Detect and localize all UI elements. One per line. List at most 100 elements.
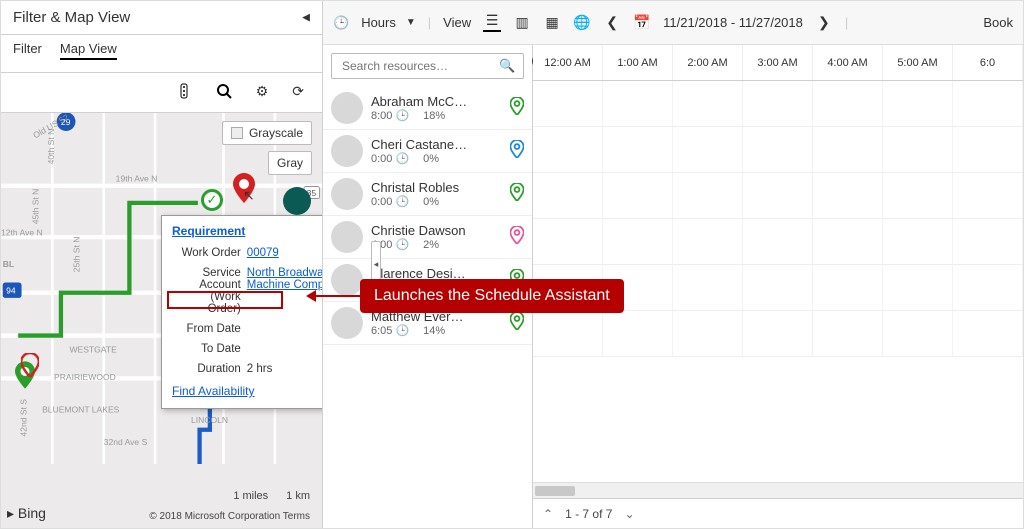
from-date-value bbox=[245, 320, 322, 338]
panel-title: Filter & Map View bbox=[13, 9, 130, 26]
horizontal-scrollbar[interactable] bbox=[533, 482, 1023, 498]
resource-utilization: 2% bbox=[423, 239, 439, 251]
svg-text:32nd Ave S: 32nd Ave S bbox=[104, 437, 148, 447]
requirement-popup: ✕ Requirement Work Order 00079 Service A… bbox=[161, 215, 322, 409]
right-panel: 🕒 Hours▼ | View ☰ ▥ ▦ 🌐 ❮ 📅 11/21/2018 -… bbox=[323, 1, 1023, 528]
timeline-row[interactable] bbox=[533, 81, 1023, 127]
map-marker-check[interactable]: ✓ bbox=[201, 189, 223, 211]
top-toolbar: 🕒 Hours▼ | View ☰ ▥ ▦ 🌐 ❮ 📅 11/21/2018 -… bbox=[323, 1, 1023, 45]
map-marker-cluster[interactable] bbox=[283, 187, 311, 215]
popup-header: Requirement bbox=[172, 224, 322, 238]
traffic-icon[interactable] bbox=[176, 83, 192, 102]
resource-name: Cheri Castane… bbox=[371, 137, 502, 152]
view-globe-icon[interactable]: 🌐 bbox=[573, 14, 591, 32]
gear-icon[interactable]: ⚙ bbox=[256, 83, 269, 102]
avatar bbox=[331, 92, 363, 124]
resource-row[interactable]: Christie Dawson 4:00 🕒2% bbox=[323, 216, 532, 259]
map-pin-start-b[interactable] bbox=[21, 353, 39, 384]
resource-time: 0:00 🕒 bbox=[371, 152, 409, 165]
duration-value: 2 hrs bbox=[245, 360, 322, 378]
map-layer-controls: Grayscale Gray bbox=[222, 121, 312, 175]
layer-grayscale[interactable]: Grayscale bbox=[222, 121, 312, 145]
avatar bbox=[331, 178, 363, 210]
location-pin-icon[interactable] bbox=[510, 226, 524, 249]
location-pin-icon[interactable] bbox=[510, 97, 524, 120]
search-icon[interactable] bbox=[216, 83, 232, 102]
avatar bbox=[331, 221, 363, 253]
resource-name: Abraham McC… bbox=[371, 94, 502, 109]
svg-text:40th St N: 40th St N bbox=[46, 129, 56, 165]
hours-dropdown[interactable]: Hours▼ bbox=[361, 15, 416, 30]
time-header-cell: 1:00 AM bbox=[603, 45, 673, 80]
svg-text:94: 94 bbox=[6, 286, 16, 296]
date-range[interactable]: 11/21/2018 - 11/27/2018 bbox=[663, 15, 803, 30]
svg-text:BL: BL bbox=[3, 259, 14, 269]
time-header-cell: 3:00 AM bbox=[743, 45, 813, 80]
resource-name: Christal Robles bbox=[371, 180, 502, 195]
resource-row[interactable]: Cheri Castane… 0:00 🕒 0% bbox=[323, 130, 532, 173]
avatar bbox=[331, 135, 363, 167]
callout-text: Launches the Schedule Assistant bbox=[360, 279, 624, 313]
refresh-icon[interactable]: ⟳ bbox=[292, 83, 304, 102]
collapse-left-icon[interactable]: ◀ bbox=[302, 10, 310, 25]
tab-filter[interactable]: Filter bbox=[13, 41, 42, 60]
location-pin-icon[interactable] bbox=[510, 183, 524, 206]
resource-time: 8:00 🕒 bbox=[371, 109, 409, 122]
resource-utilization: 14% bbox=[423, 325, 445, 337]
requirement-link[interactable]: Requirement bbox=[172, 224, 245, 238]
find-availability-link[interactable]: Find Availability bbox=[172, 384, 255, 398]
resource-name: Christie Dawson bbox=[371, 223, 502, 238]
svg-text:PRAIRIEWOOD: PRAIRIEWOOD bbox=[54, 372, 116, 382]
time-header-cell: 6:0 bbox=[953, 45, 1023, 80]
svg-text:WESTGATE: WESTGATE bbox=[69, 345, 117, 355]
work-order-link[interactable]: 00079 bbox=[247, 247, 279, 259]
chevron-down-icon: ▼ bbox=[406, 17, 416, 28]
view-list-icon[interactable]: ☰ bbox=[483, 14, 501, 32]
time-header-cell: 5:00 AM bbox=[883, 45, 953, 80]
calendar-icon[interactable]: 📅 bbox=[633, 14, 651, 32]
left-tabs: Filter Map View bbox=[1, 35, 322, 73]
timeline-row[interactable] bbox=[533, 311, 1023, 357]
timeline-row[interactable] bbox=[533, 127, 1023, 173]
time-header-cell: 12:00 AM bbox=[533, 45, 603, 80]
resource-utilization: 0% bbox=[423, 153, 439, 165]
search-input[interactable] bbox=[340, 58, 499, 74]
location-pin-icon[interactable] bbox=[510, 140, 524, 163]
view-label: View bbox=[443, 15, 471, 30]
timeline-row[interactable] bbox=[533, 219, 1023, 265]
svg-text:45th St N: 45th St N bbox=[31, 189, 41, 225]
view-columns-icon[interactable]: ▥ bbox=[513, 14, 531, 32]
to-date-value bbox=[245, 340, 322, 358]
resource-row[interactable]: Abraham McC… 8:00 🕒 18% bbox=[323, 87, 532, 130]
search-resources[interactable]: 🔍 bbox=[331, 53, 524, 79]
svg-text:25th St N: 25th St N bbox=[72, 237, 82, 273]
layer-gray[interactable]: Gray bbox=[268, 151, 312, 175]
resource-utilization: 18% bbox=[423, 110, 445, 122]
search-icon[interactable]: 🔍 bbox=[499, 58, 515, 74]
svg-text:19th Ave N: 19th Ave N bbox=[116, 173, 158, 183]
time-header: 12:00 AM1:00 AM2:00 AM3:00 AM4:00 AM5:00… bbox=[533, 45, 1023, 81]
pager-prev-icon[interactable]: ⌃ bbox=[543, 507, 553, 521]
annotation-callout: Launches the Schedule Assistant bbox=[306, 279, 624, 313]
pager-next-icon[interactable]: ⌄ bbox=[624, 507, 634, 521]
scrollbar-thumb[interactable] bbox=[535, 486, 575, 496]
resource-row[interactable]: Christal Robles 0:00 🕒0% bbox=[323, 173, 532, 216]
location-pin-icon[interactable] bbox=[510, 312, 524, 335]
cursor-icon: ↖ bbox=[243, 187, 255, 204]
bing-logo: ▸ Bing bbox=[7, 505, 46, 522]
map-canvas[interactable]: 29 94 94 35 19th Ave N 12th Ave N 25th S… bbox=[1, 113, 322, 528]
book-button[interactable]: Book bbox=[983, 15, 1013, 30]
tab-map-view[interactable]: Map View bbox=[60, 41, 117, 60]
clock-icon: 🕒 bbox=[333, 15, 349, 31]
map-tools: ⚙ ⟳ bbox=[1, 73, 322, 113]
svg-text:LINCOLN: LINCOLN bbox=[191, 415, 228, 425]
view-grid-icon[interactable]: ▦ bbox=[543, 14, 561, 32]
prev-icon[interactable]: ❮ bbox=[603, 14, 621, 32]
app-frame: Filter & Map View ◀ Filter Map View ⚙ ⟳ bbox=[0, 0, 1024, 529]
row-label: To Date bbox=[174, 340, 243, 358]
map-scale: 1 miles 1 km bbox=[233, 490, 310, 502]
timeline-row[interactable] bbox=[533, 173, 1023, 219]
svg-text:42nd St S: 42nd St S bbox=[19, 399, 29, 437]
next-icon[interactable]: ❯ bbox=[815, 14, 833, 32]
resource-utilization: 0% bbox=[423, 196, 439, 208]
